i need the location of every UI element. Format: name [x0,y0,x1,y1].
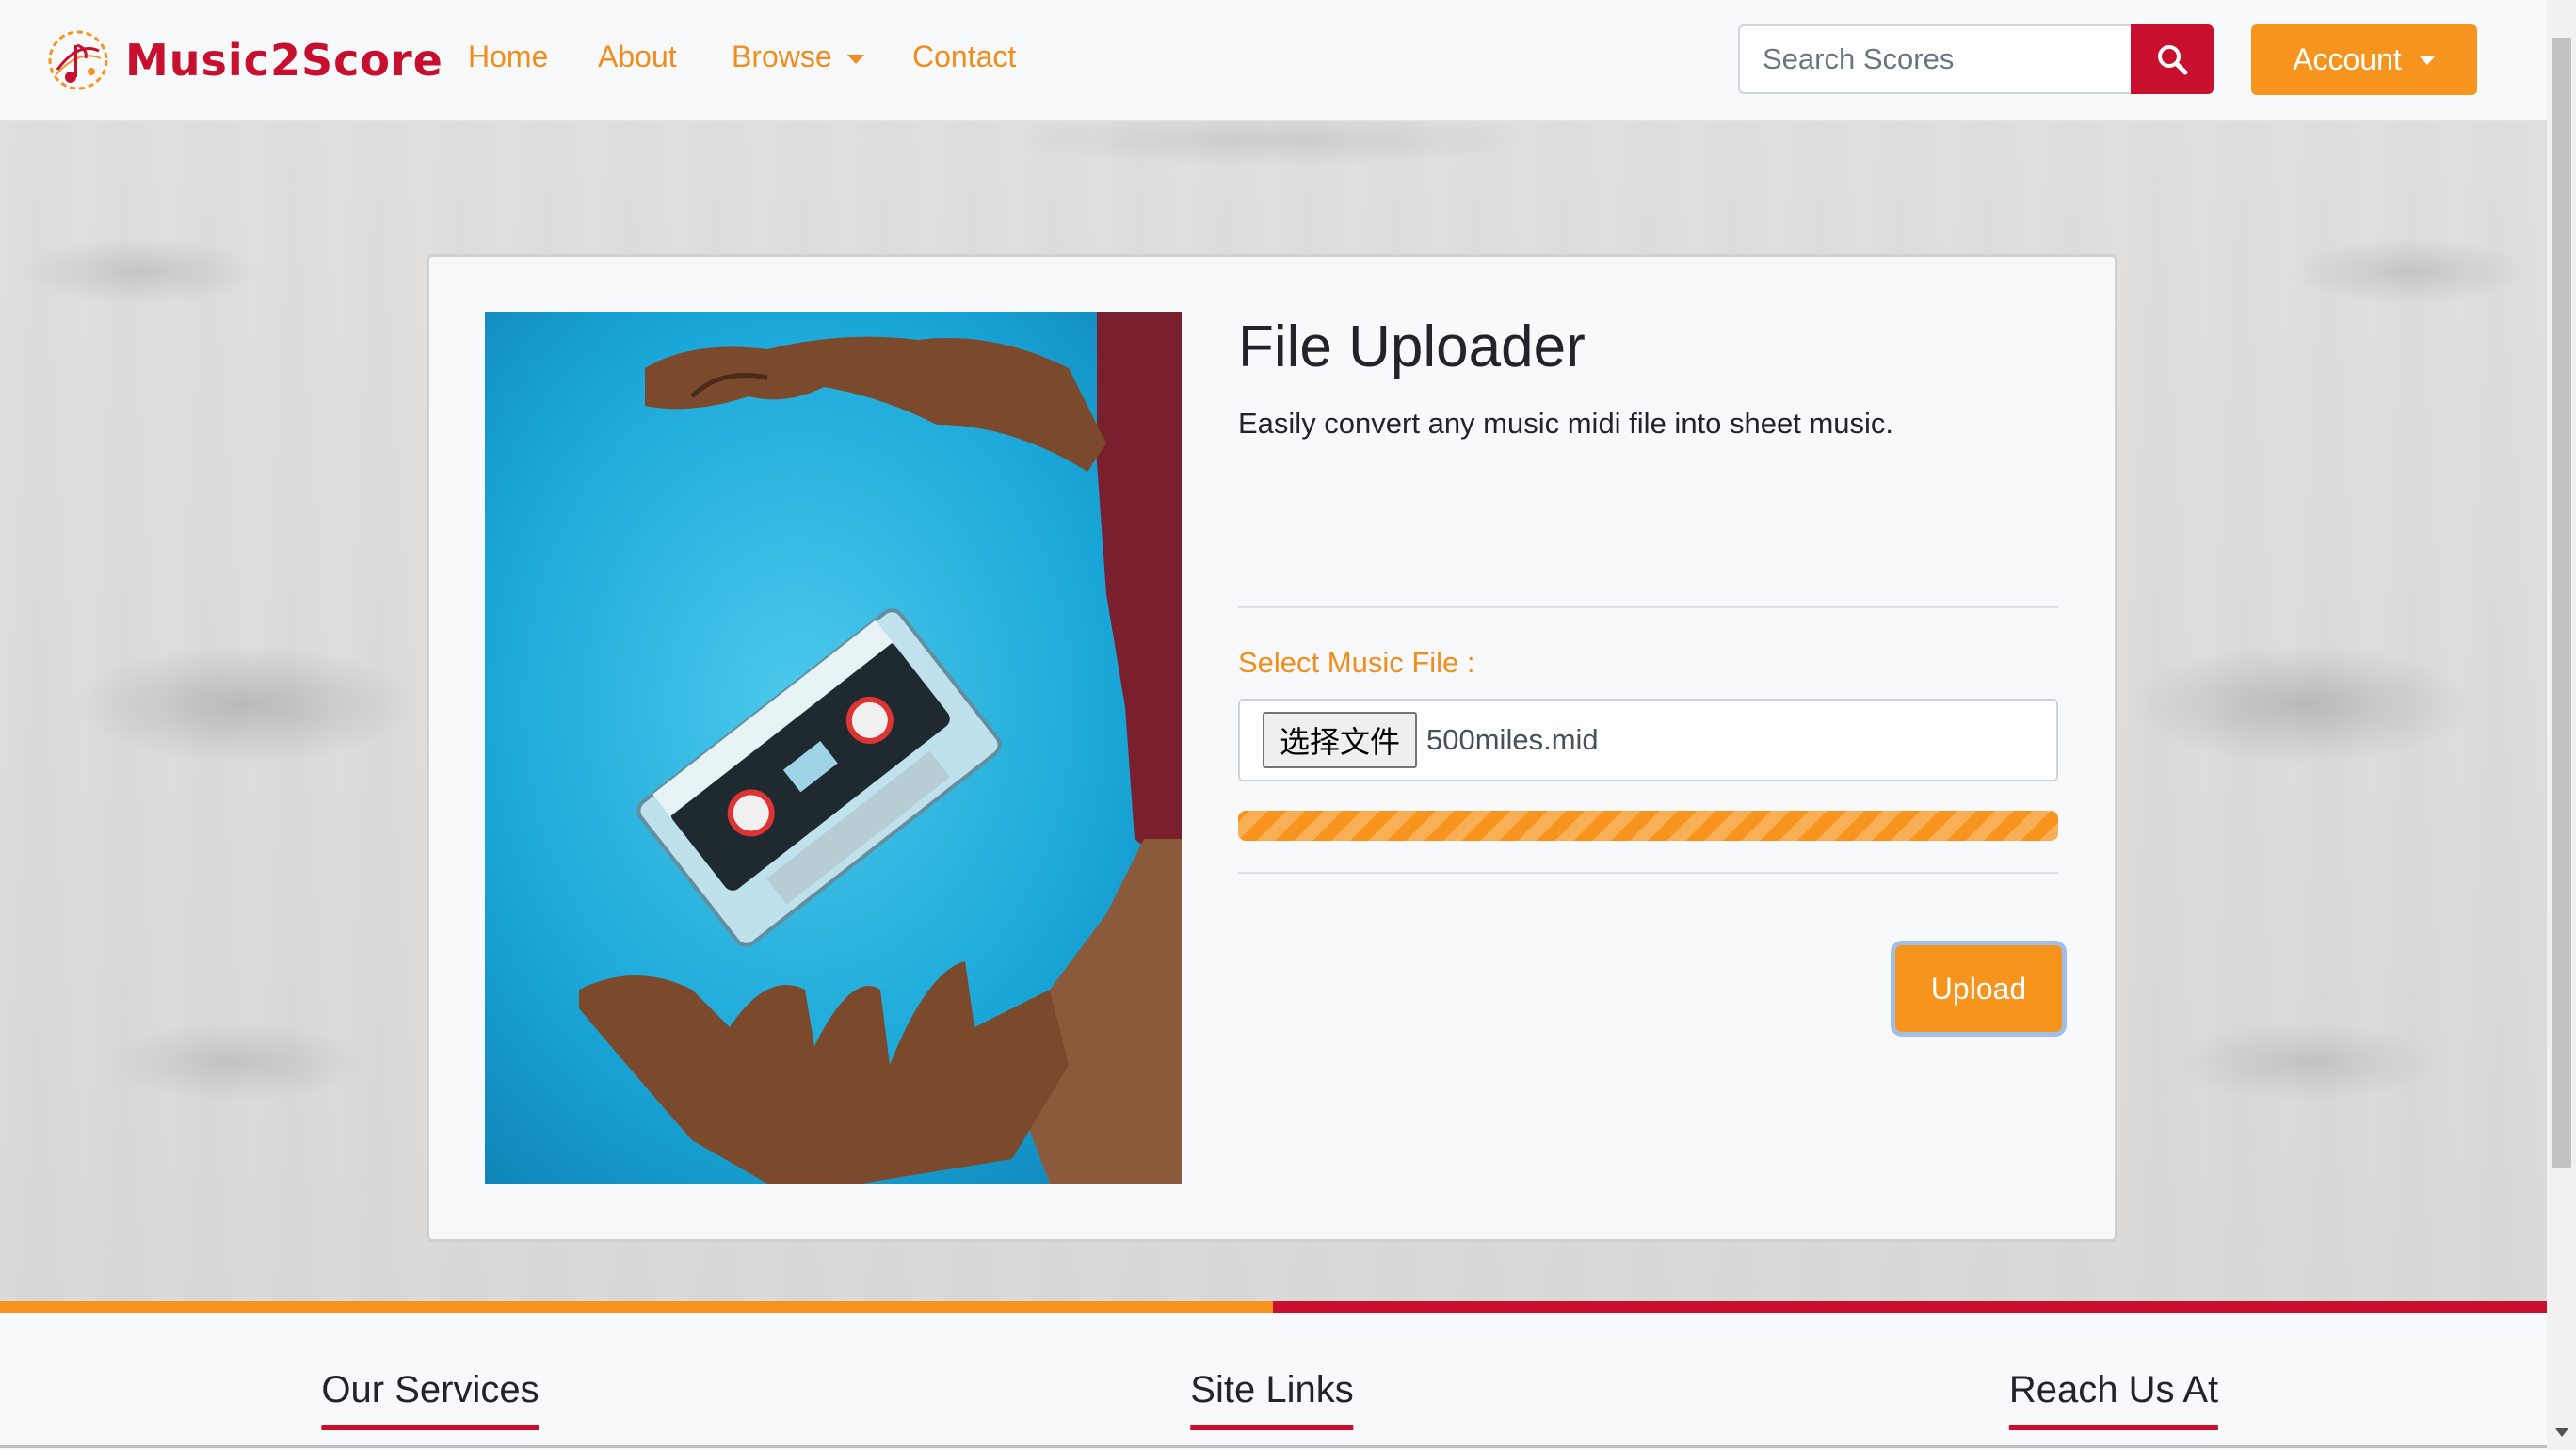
account-dropdown-button[interactable]: Account [2251,24,2477,95]
upload-progress [1238,811,2058,841]
account-label: Account [2293,42,2402,76]
nav-home[interactable]: Home [468,40,548,74]
scroll-down-arrow-icon[interactable] [2555,1428,2568,1437]
search-button[interactable] [2131,24,2214,94]
nav-browse[interactable]: Browse [732,40,864,74]
divider [1238,606,2058,608]
search-input[interactable] [1738,24,2131,94]
cassette-hero-image [485,312,1182,1184]
nav-browse-label: Browse [732,40,832,73]
uploader-title: File Uploader [1238,314,1586,379]
footer-heading-services: Our Services [321,1369,539,1430]
caret-down-icon [846,54,864,64]
footer-heading-site-links: Site Links [1190,1369,1354,1430]
page-bottom-edge [0,1445,2547,1448]
upload-progress-fill [1238,811,2058,841]
footer-heading-contact: Reach Us At [2008,1369,2219,1430]
nav-about[interactable]: About [598,40,677,74]
top-navbar: Music2Score Home About Browse Contact Ac… [0,0,2547,121]
select-file-label: Select Music File : [1238,646,1475,679]
nav-contact[interactable]: Contact [912,40,1016,74]
upload-button[interactable]: Upload [1895,945,2062,1032]
vertical-scrollbar[interactable] [2547,0,2576,1450]
uploader-subtitle: Easily convert any music midi file into … [1238,407,1894,440]
divider [1238,872,2058,874]
brand[interactable]: Music2Score [40,23,443,98]
file-input[interactable]: 选择文件 500miles.mid [1238,699,2058,781]
brand-name: Music2Score [125,35,443,86]
footer-stripe-orange [0,1301,1273,1313]
caret-down-icon [2418,55,2436,65]
scrollbar-thumb[interactable] [2552,38,2571,1168]
search-icon [2158,45,2188,75]
selected-file-name: 500miles.mid [1426,723,1599,756]
music-note-logo-icon [48,30,108,90]
footer-stripe-red [1273,1301,2547,1313]
choose-file-button[interactable]: 选择文件 [1263,712,1418,768]
